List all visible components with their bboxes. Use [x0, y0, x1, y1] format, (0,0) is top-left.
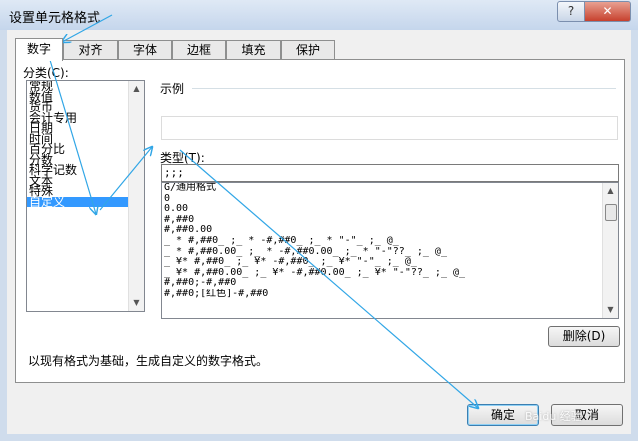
arrow-to-number-tab: [62, 14, 113, 42]
tab-number[interactable]: 数字: [15, 38, 63, 61]
arrow-to-custom-category: [49, 59, 96, 214]
annotation-arrows: [49, 14, 638, 441]
arrow-to-ok-button: [179, 149, 478, 408]
arrow-to-type-input: [99, 147, 152, 211]
